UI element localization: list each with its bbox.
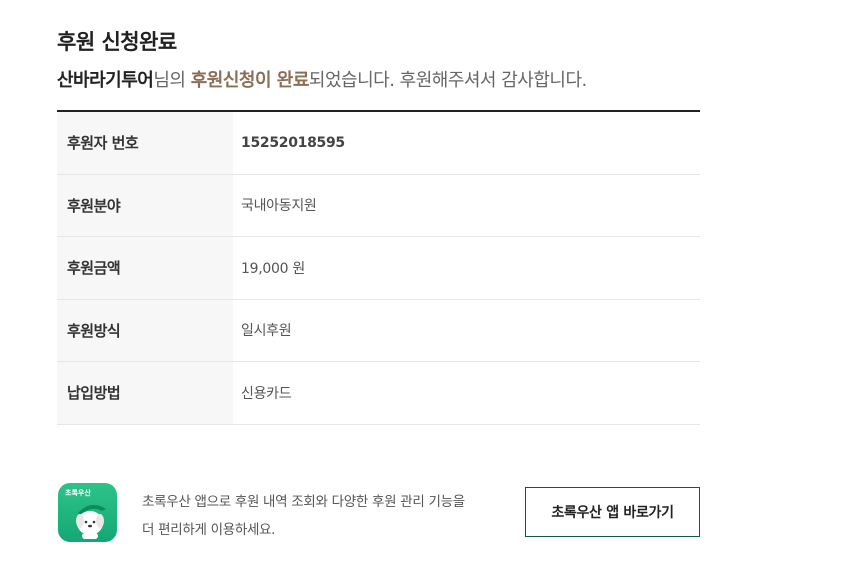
row-label: 후원금액	[57, 237, 233, 299]
row-label: 후원자 번호	[57, 112, 233, 174]
message-accent: 후원신청이 완료	[190, 70, 310, 91]
row-value: 국내아동지원	[241, 198, 317, 215]
promo-line-1: 초록우산 앱으로 후원 내역 조회와 다양한 후원 관리 기능을	[142, 494, 465, 510]
donor-name: 산바라기투어	[57, 70, 154, 91]
table-row-donor-number: 후원자 번호 15252018595	[57, 112, 700, 175]
mascot-app-icon: 초록우산	[58, 483, 117, 542]
row-value: 19,000 원	[241, 260, 305, 277]
completion-message: 산바라기투어님의 후원신청이 완료되었습니다. 후원해주셔서 감사합니다.	[57, 66, 587, 92]
go-to-app-button[interactable]: 초록우산 앱 바로가기	[525, 487, 700, 537]
row-value: 신용카드	[241, 385, 292, 402]
app-icon-brand: 초록우산	[65, 489, 91, 497]
row-label: 후원분야	[57, 174, 233, 236]
message-part1: 님의	[153, 70, 191, 91]
table-row-donation-field: 후원분야 국내아동지원	[57, 174, 700, 237]
app-promo-text: 초록우산 앱으로 후원 내역 조회와 다양한 후원 관리 기능을 더 편리하게 …	[142, 488, 492, 544]
page-title: 후원 신청완료	[57, 30, 177, 54]
mascot-icon	[76, 504, 106, 539]
row-label: 납입방법	[57, 362, 233, 424]
row-value: 일시후원	[241, 323, 292, 340]
table-row-payment-method: 납입방법 신용카드	[57, 362, 700, 425]
table-row-donation-method: 후원방식 일시후원	[57, 299, 700, 362]
promo-line-2: 더 편리하게 이용하세요.	[142, 522, 276, 538]
row-value: 15252018595	[241, 134, 345, 151]
table-row-donation-amount: 후원금액 19,000 원	[57, 237, 700, 300]
message-part2: 되었습니다. 후원해주셔서 감사합니다.	[308, 70, 587, 91]
row-label: 후원방식	[57, 299, 233, 361]
donation-info-table: 후원자 번호 15252018595 후원분야 국내아동지원 후원금액 19,0…	[57, 110, 700, 425]
